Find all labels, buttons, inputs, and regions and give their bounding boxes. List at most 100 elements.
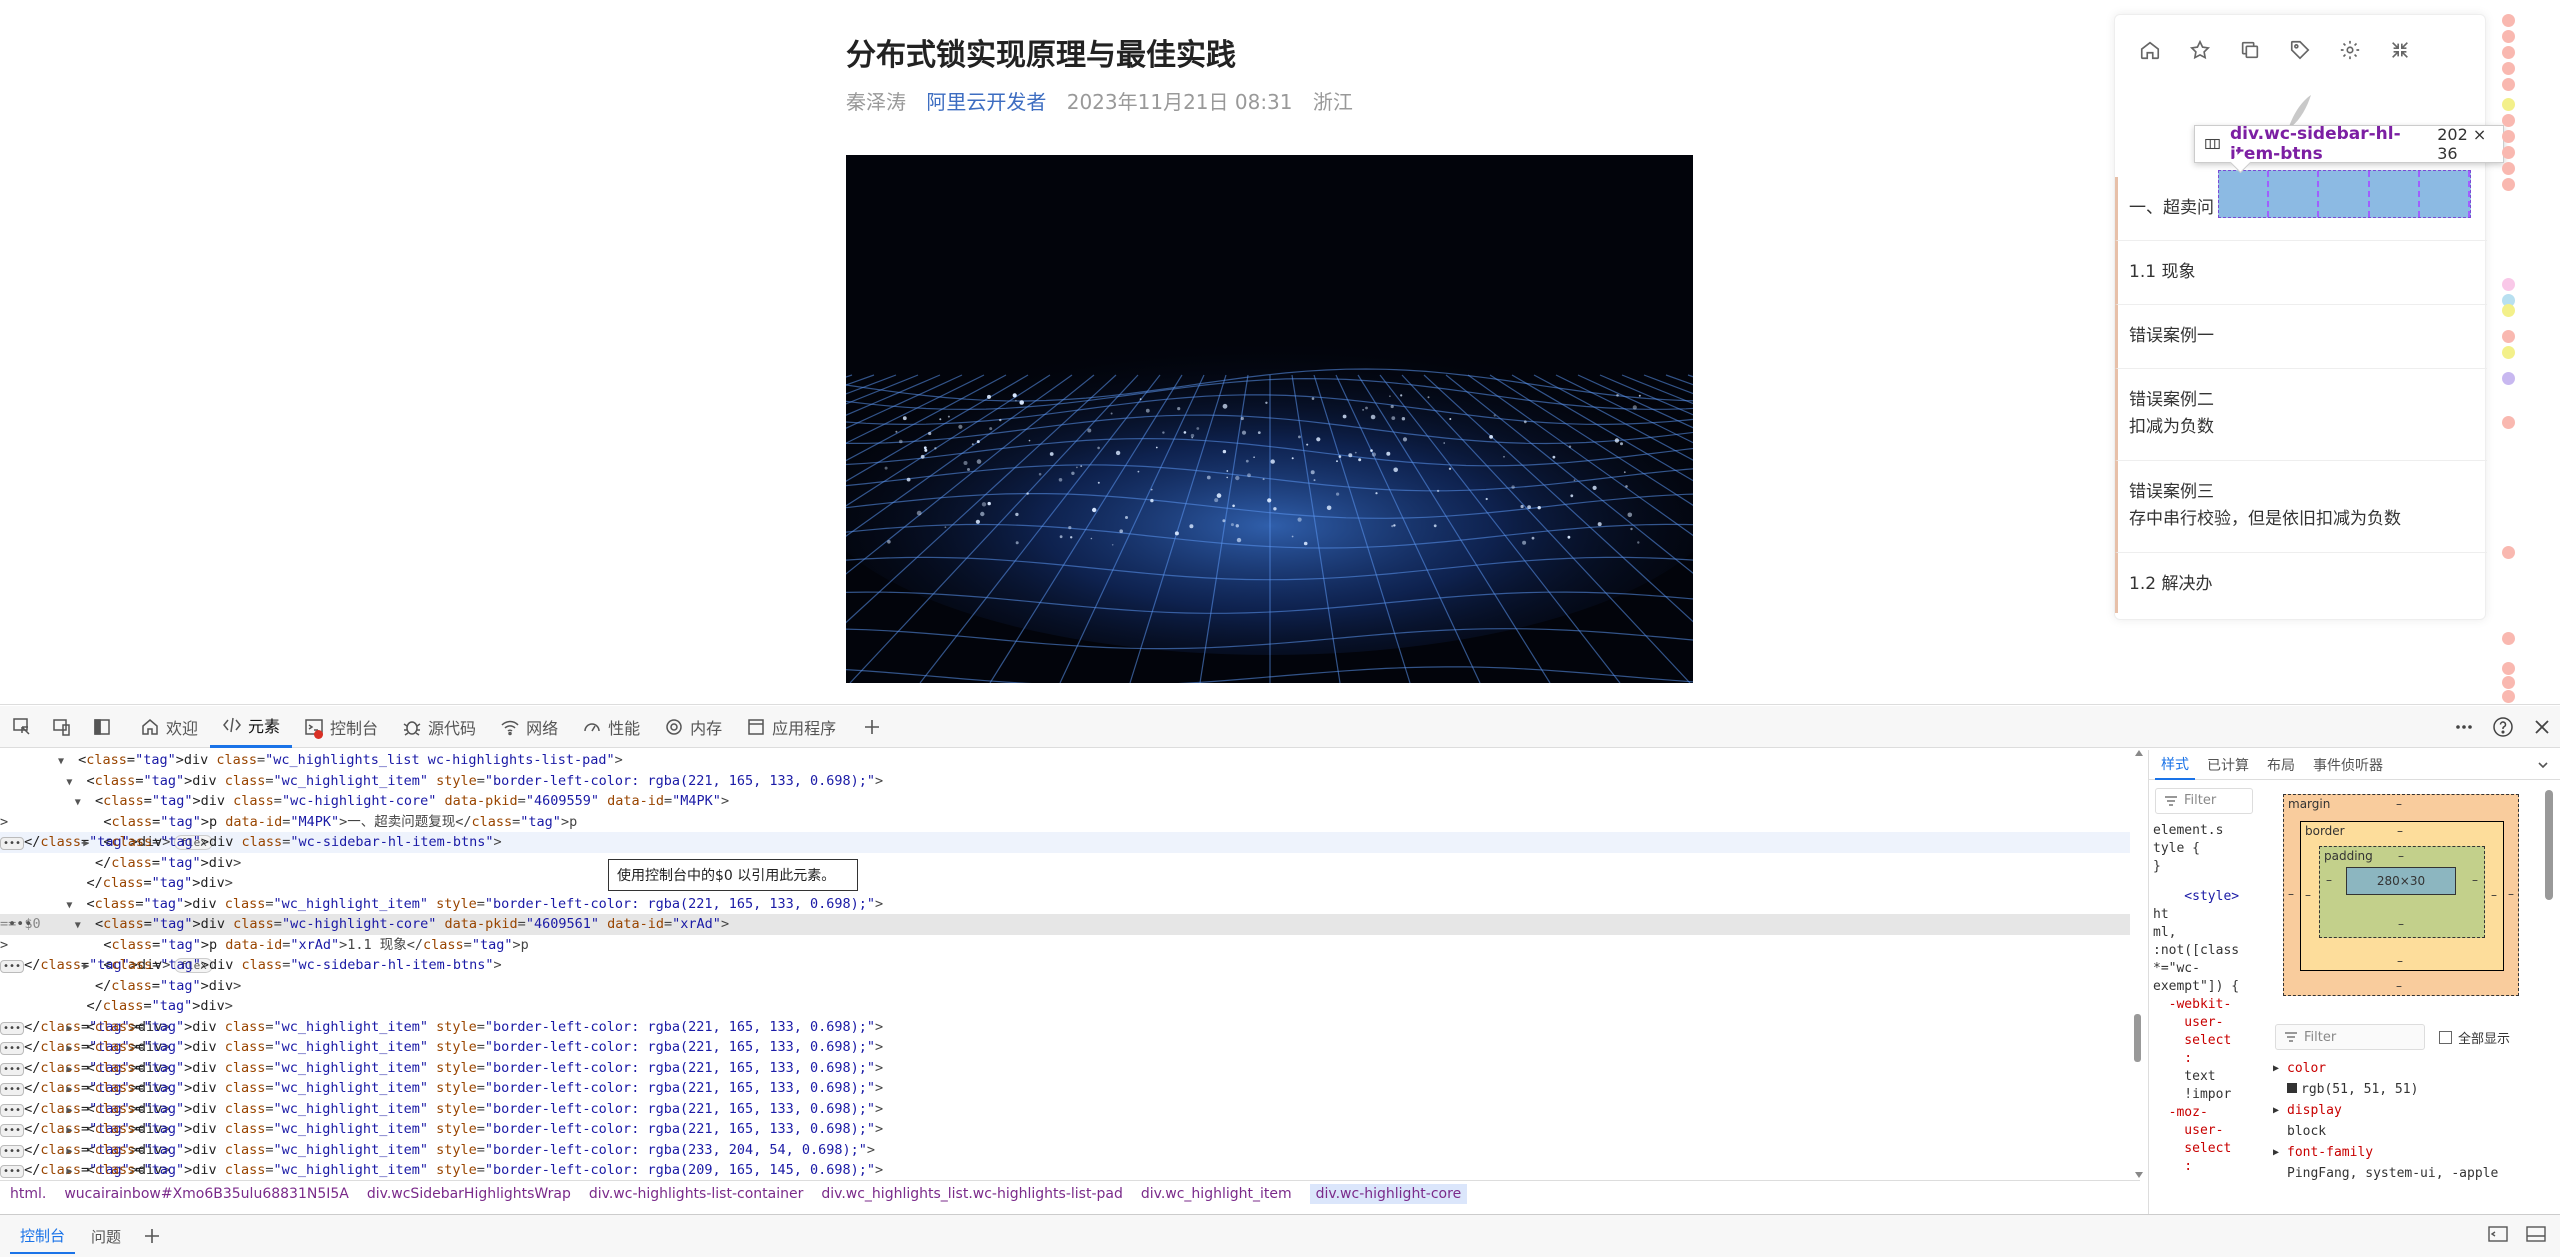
author-org-link[interactable]: 阿里云开发者 — [926, 90, 1046, 114]
dom-node-row[interactable]: ▶ <class="tag">div class="wc_highlight_i… — [0, 1160, 2130, 1178]
dom-tree[interactable]: ▼ <class="tag">div class="wc_highlights_… — [0, 750, 2130, 1178]
highlight-marker[interactable] — [2502, 14, 2515, 27]
plus-icon[interactable] — [143, 1227, 161, 1245]
dom-node-row[interactable]: </class="tag">div> — [0, 853, 2130, 874]
collapsed-children-button[interactable]: ••• — [0, 1083, 25, 1096]
dom-node-row[interactable]: ▶ <class="tag">div class="wc-sidebar-hl-… — [0, 832, 2130, 853]
show-all-checkbox[interactable]: 全部显示 — [2439, 1028, 2510, 1047]
highlight-marker[interactable] — [2502, 46, 2515, 59]
devtools-tab[interactable]: 元素 — [210, 706, 293, 748]
highlight-marker[interactable] — [2502, 114, 2515, 127]
computed-property[interactable]: ▶ color rgb(51, 51, 51) — [2269, 1058, 2560, 1100]
expand-toggle[interactable]: ▶ — [66, 1019, 78, 1040]
dom-node-row[interactable]: <class="tag">p data-id="xrAd">1.1 现象</cl… — [0, 935, 2130, 956]
highlight-marker[interactable] — [2502, 416, 2515, 429]
devtools-tab[interactable]: 性能 — [570, 706, 652, 748]
styles-filter-input[interactable]: Filter — [2155, 788, 2253, 814]
css-rules[interactable]: Filter element.s tyle {} <style> ht ml,:not… — [2149, 780, 2259, 1214]
styles-tab[interactable]: 样式 — [2155, 750, 2195, 780]
dock-left-icon[interactable] — [2488, 1225, 2508, 1243]
expand-toggle[interactable]: ▶ — [66, 1121, 78, 1142]
expand-toggle[interactable]: ▼ — [66, 773, 78, 794]
expand-toggle[interactable]: ▶ — [83, 834, 95, 855]
more-options-icon[interactable] — [2454, 717, 2474, 737]
dom-tree-scrollbar[interactable] — [2132, 750, 2144, 1178]
dom-node-row[interactable]: ▶ <class="tag">div class="wc-sidebar-hl-… — [0, 955, 2130, 976]
computed-property[interactable]: ▶ font-family PingFang, system-ui, -apple — [2269, 1142, 2560, 1184]
dom-node-row[interactable]: ▶ <class="tag">div class="wc_highlight_i… — [0, 1099, 2130, 1120]
dom-node-row[interactable]: ▶ <class="tag">div class="wc_highlight_i… — [0, 1058, 2130, 1079]
devtools-tab[interactable]: 应用程序 — [734, 706, 848, 748]
highlight-marker[interactable] — [2502, 304, 2515, 317]
collapsed-children-button[interactable]: ••• — [0, 1144, 25, 1158]
highlight-marker[interactable] — [2502, 130, 2515, 143]
dom-node-row[interactable]: <class="tag">p data-id="M4PK">一、超卖问题复现</… — [0, 812, 2130, 833]
expand-toggle[interactable]: ▶ — [66, 1142, 78, 1163]
highlight-marker[interactable] — [2502, 676, 2515, 689]
color-swatch[interactable] — [2287, 1083, 2297, 1093]
expand-toggle[interactable]: ▼ — [75, 793, 87, 814]
highlight-marker[interactable] — [2502, 662, 2515, 675]
sidebar-highlight-item[interactable]: 1.1 现象 — [2115, 241, 2487, 305]
highlight-marker[interactable] — [2502, 278, 2515, 291]
highlight-marker[interactable] — [2502, 178, 2515, 191]
dom-node-row[interactable]: </class="tag">div> — [0, 996, 2130, 1017]
breadcrumb-item[interactable]: div.wc_highlight_item — [1141, 1186, 1292, 1202]
inspect-element-button[interactable] — [4, 709, 40, 745]
dom-node-row[interactable]: ▼ <class="tag">div class="wc_highlights_… — [0, 750, 2130, 771]
checkbox-box[interactable] — [2439, 1031, 2452, 1044]
devtools-tab[interactable]: 控制台 — [292, 706, 390, 748]
highlight-marker[interactable] — [2502, 98, 2515, 111]
devtools-tab[interactable]: 欢迎 — [128, 706, 210, 748]
dom-node-row[interactable]: ▼ <class="tag">div class="wc_highlight_i… — [0, 894, 2130, 915]
chevron-down-icon[interactable] — [2536, 758, 2550, 772]
settings-button[interactable] — [2335, 35, 2365, 65]
devtools-tab[interactable]: 内存 — [652, 706, 734, 748]
breadcrumb-item[interactable]: div.wc-highlights-list-container — [589, 1186, 803, 1202]
home-button[interactable] — [2135, 35, 2165, 65]
highlight-marker[interactable] — [2502, 78, 2515, 91]
expand-toggle[interactable]: ▼ — [58, 752, 70, 773]
computed-property[interactable]: ▶ display block — [2269, 1100, 2560, 1142]
dom-node-row[interactable]: </class="tag">div> — [0, 873, 2130, 894]
dom-node-row[interactable]: ••• ▼ <class="tag">div class="wc-highligh… — [0, 914, 2130, 935]
styles-tab[interactable]: 事件侦听器 — [2307, 751, 2389, 779]
sidebar-highlight-item[interactable]: 错误案例一 — [2115, 305, 2487, 369]
breadcrumb-item[interactable]: div.wc-highlight-core — [1309, 1183, 1468, 1204]
star-button[interactable] — [2185, 35, 2215, 65]
dom-node-row[interactable]: ▶ <class="tag">div class="wc_highlight_i… — [0, 1078, 2130, 1099]
sidebar-highlight-item[interactable]: 错误案例三 存中串行校验，但是依旧扣减为负数 — [2115, 461, 2487, 553]
dom-node-row[interactable]: ▶ <class="tag">div class="wc_highlight_i… — [0, 1140, 2130, 1161]
copy-button[interactable] — [2235, 35, 2265, 65]
expand-toggle[interactable]: ▶ — [66, 1080, 78, 1101]
highlight-marker[interactable] — [2502, 632, 2515, 645]
highlight-marker[interactable] — [2502, 546, 2515, 559]
tag-button[interactable] — [2285, 35, 2315, 65]
collapsed-children-button[interactable]: ••• — [0, 837, 25, 850]
box-model-scrollbar[interactable] — [2545, 790, 2553, 900]
collapsed-children-button[interactable]: ••• — [0, 1062, 25, 1076]
expand-toggle[interactable]: ▶ — [66, 1060, 78, 1081]
breadcrumb-item[interactable]: wucairainbow#Xmo6B35ulu68831N5I5A — [64, 1186, 349, 1202]
expand-toggle[interactable]: ▶ — [83, 957, 95, 978]
dom-node-row[interactable]: ▶ <class="tag">div class="wc_highlight_i… — [0, 1017, 2130, 1038]
author-name[interactable]: 秦泽涛 — [846, 90, 906, 114]
highlight-marker[interactable] — [2502, 146, 2515, 159]
collapsed-children-button[interactable]: ••• — [0, 1042, 25, 1055]
dom-node-row[interactable]: </class="tag">div> — [0, 976, 2130, 997]
breadcrumb-item[interactable]: div.wc_highlights_list.wc-highlights-lis… — [821, 1186, 1123, 1202]
collapsed-children-button[interactable]: ••• — [0, 1124, 25, 1137]
dom-node-row[interactable]: ▼ <class="tag">div class="wc-highlight-c… — [0, 791, 2130, 812]
drawer-tab-console[interactable]: 控制台 — [10, 1219, 76, 1254]
dom-node-row[interactable]: ▼ <class="tag">div class="wc_highlight_i… — [0, 771, 2130, 792]
breadcrumb-item[interactable]: div.wcSidebarHighlightsWrap — [367, 1186, 571, 1202]
styles-tab[interactable]: 已计算 — [2201, 751, 2255, 779]
highlight-marker[interactable] — [2502, 62, 2515, 75]
collapsed-children-button[interactable]: ••• — [0, 1103, 25, 1117]
computed-filter-input[interactable]: Filter — [2275, 1024, 2425, 1050]
expand-toggle[interactable]: ▶ — [66, 1162, 78, 1178]
sidebar-highlight-item[interactable]: 错误案例二 扣减为负数 — [2115, 369, 2487, 461]
highlight-marker[interactable] — [2502, 372, 2515, 385]
devtools-tab[interactable]: 网络 — [488, 706, 570, 748]
expand-toggle[interactable]: ▼ — [75, 916, 87, 937]
